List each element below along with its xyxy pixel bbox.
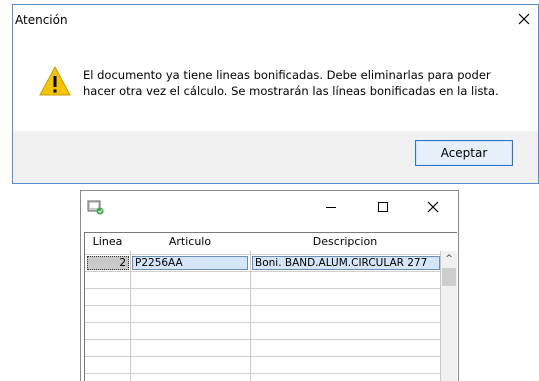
grid-divider: [85, 322, 440, 323]
grid-divider: [85, 288, 440, 289]
grid-divider: [85, 339, 440, 340]
bonified-lines-window: Linea Articulo Descripcion 2 P2256AA Bon…: [80, 190, 459, 381]
grid-divider: [85, 271, 440, 272]
accept-button[interactable]: Aceptar: [415, 140, 513, 166]
grid-divider: [85, 254, 440, 255]
scroll-up-icon[interactable]: ^: [441, 251, 457, 267]
attention-dialog: Atención El documento ya tiene lineas bo…: [12, 4, 539, 184]
message-line-2: hacer otra vez el cálculo. Se mostrarán …: [83, 84, 499, 98]
app-icon: [87, 200, 104, 215]
column-header-articulo[interactable]: Articulo: [130, 233, 250, 251]
cell-descripcion[interactable]: Boni. BAND.ALUM.CIRCULAR 277: [252, 256, 440, 270]
dialog-title: Atención: [15, 13, 68, 27]
grid-divider: [85, 305, 440, 306]
minimize-icon[interactable]: [323, 199, 339, 215]
cell-articulo[interactable]: P2256AA: [132, 256, 248, 270]
close-icon[interactable]: [516, 11, 532, 27]
cell-linea[interactable]: 2: [87, 256, 129, 270]
grid-divider: [85, 356, 440, 357]
vertical-scrollbar[interactable]: ^: [441, 251, 457, 381]
column-header-linea[interactable]: Linea: [85, 233, 130, 251]
close-icon[interactable]: [425, 199, 441, 215]
window-titlebar: [81, 191, 458, 225]
dialog-footer: Aceptar: [13, 131, 538, 183]
lines-grid[interactable]: Linea Articulo Descripcion 2 P2256AA Bon…: [84, 232, 457, 381]
warning-icon: [39, 65, 71, 96]
dialog-message: El documento ya tiene lineas bonificadas…: [83, 67, 523, 99]
scroll-thumb[interactable]: [442, 268, 456, 286]
column-header-descripcion[interactable]: Descripcion: [250, 233, 440, 251]
maximize-icon[interactable]: [375, 199, 391, 215]
grid-divider: [85, 373, 440, 374]
message-line-1: El documento ya tiene lineas bonificadas…: [83, 68, 491, 82]
